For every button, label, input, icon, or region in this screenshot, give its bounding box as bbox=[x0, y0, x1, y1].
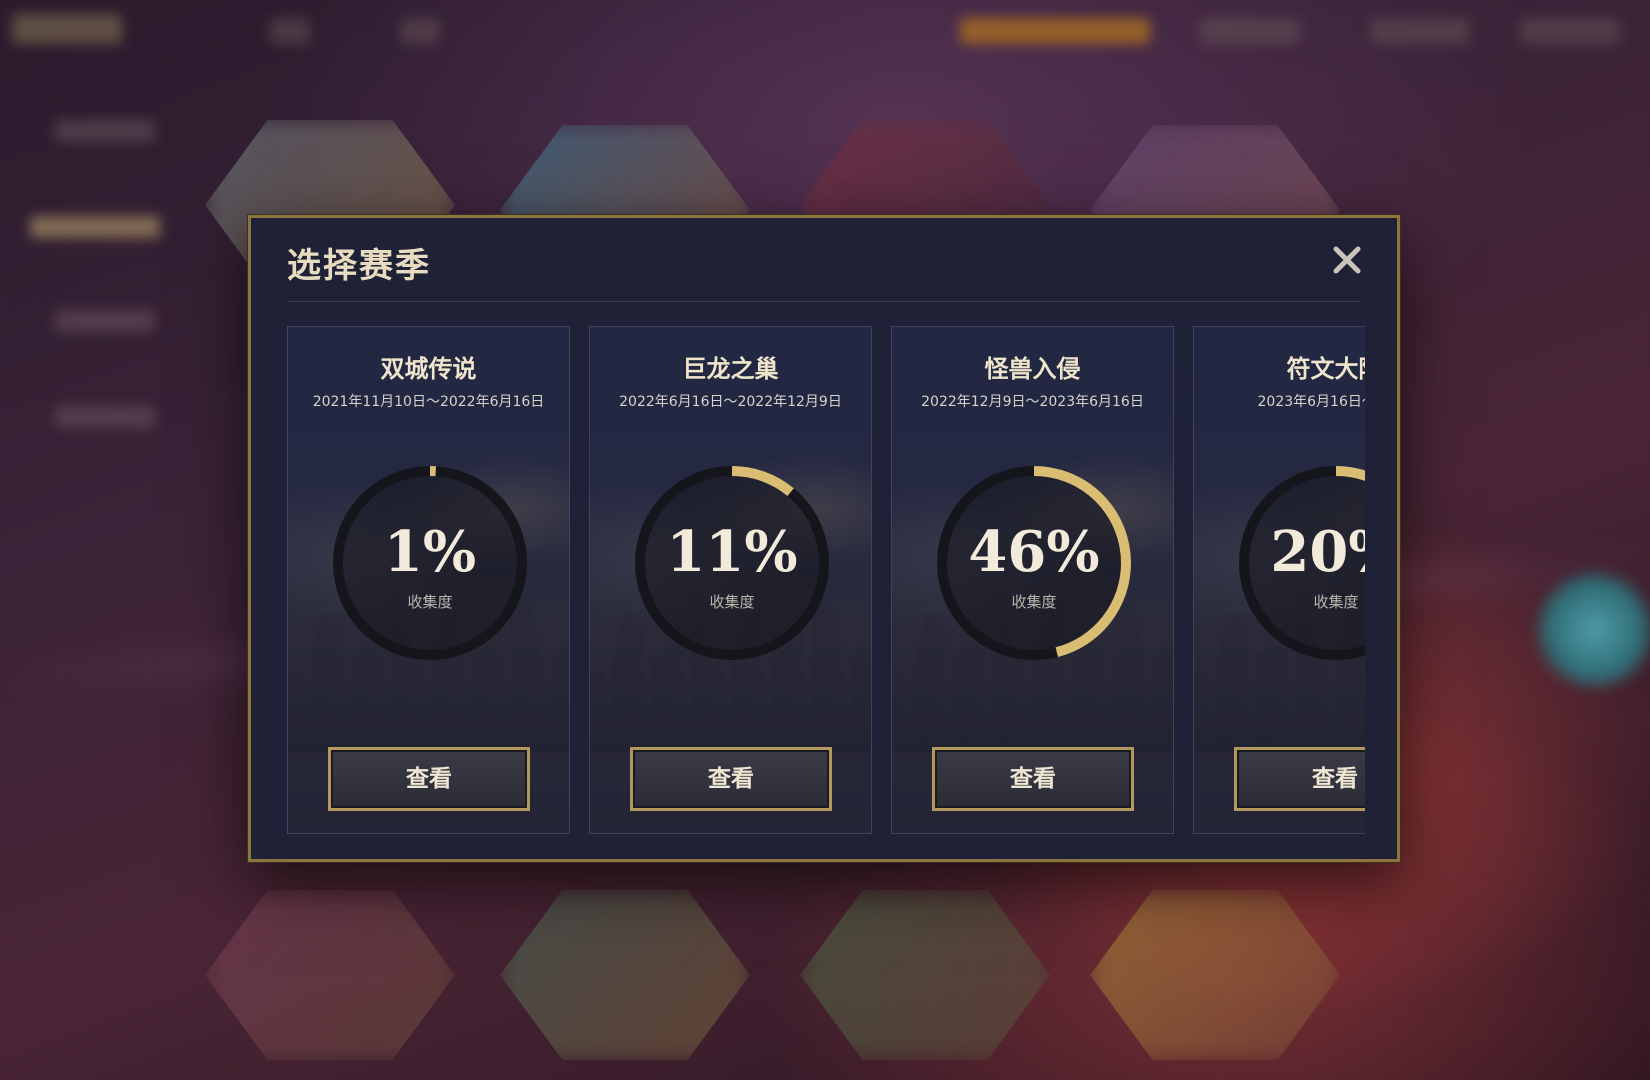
view-button[interactable]: 查看 bbox=[328, 747, 530, 811]
view-button[interactable]: 查看 bbox=[1234, 747, 1365, 811]
collection-percent: 11% bbox=[666, 519, 798, 585]
select-season-dialog: 选择赛季 双城传说 2021年11月10日～2022年6月16日 1% 收集度 … bbox=[248, 215, 1400, 862]
collection-label: 收集度 bbox=[1011, 593, 1057, 611]
season-dates: 2022年12月9日～2023年6月16日 bbox=[921, 394, 1144, 410]
collection-label: 收集度 bbox=[709, 593, 755, 611]
background-sidebar bbox=[0, 90, 180, 490]
collection-progress-ring: 1% 收集度 bbox=[328, 461, 532, 665]
collection-progress-ring: 20% 收集度 bbox=[1234, 461, 1365, 665]
view-button[interactable]: 查看 bbox=[932, 747, 1134, 811]
season-dates: 2022年6月16日～2022年12月9日 bbox=[619, 394, 842, 410]
season-name: 符文大陆 bbox=[1286, 355, 1366, 383]
collection-percent: 20% bbox=[1270, 519, 1365, 585]
title-divider bbox=[287, 301, 1361, 302]
collection-progress-ring: 11% 收集度 bbox=[630, 461, 834, 665]
dialog-title: 选择赛季 bbox=[287, 246, 431, 286]
season-dates: 2021年11月10日～2022年6月16日 bbox=[312, 394, 545, 410]
season-name: 怪兽入侵 bbox=[984, 355, 1081, 383]
close-icon bbox=[1333, 246, 1361, 274]
season-card[interactable]: 巨龙之巢 2022年6月16日～2022年12月9日 11% 收集度 查看 bbox=[589, 326, 872, 834]
collection-percent: 1% bbox=[383, 519, 477, 585]
season-card[interactable]: 双城传说 2021年11月10日～2022年6月16日 1% 收集度 查看 bbox=[287, 326, 570, 834]
season-name: 巨龙之巢 bbox=[682, 355, 779, 383]
season-name: 双城传说 bbox=[380, 355, 477, 383]
season-card[interactable]: 符文大陆 2023年6月16日～2023 20% 收集度 查看 bbox=[1193, 326, 1365, 834]
collection-label: 收集度 bbox=[407, 593, 453, 611]
background-topbar bbox=[0, 0, 1650, 60]
season-card-list[interactable]: 双城传说 2021年11月10日～2022年6月16日 1% 收集度 查看 巨龙… bbox=[287, 326, 1365, 834]
view-button[interactable]: 查看 bbox=[630, 747, 832, 811]
season-card[interactable]: 怪兽入侵 2022年12月9日～2023年6月16日 46% 收集度 查看 bbox=[891, 326, 1174, 834]
collection-label: 收集度 bbox=[1313, 593, 1359, 611]
collection-progress-ring: 46% 收集度 bbox=[932, 461, 1136, 665]
collection-percent: 46% bbox=[968, 519, 1100, 585]
close-button[interactable] bbox=[1327, 240, 1367, 280]
season-dates: 2023年6月16日～2023 bbox=[1257, 394, 1366, 410]
